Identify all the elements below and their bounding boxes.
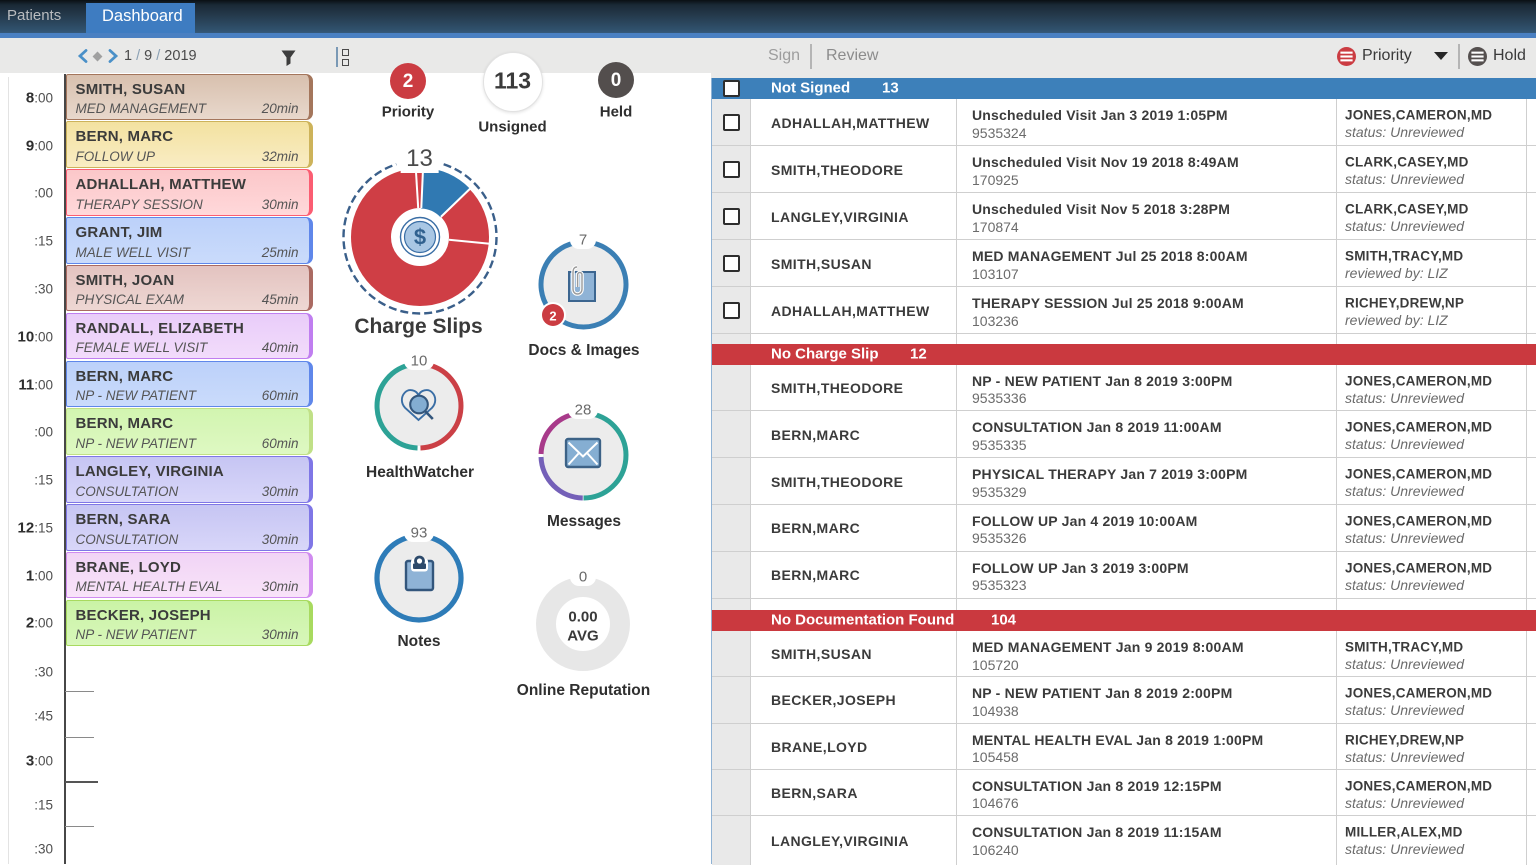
svg-text:$: $	[413, 225, 425, 250]
